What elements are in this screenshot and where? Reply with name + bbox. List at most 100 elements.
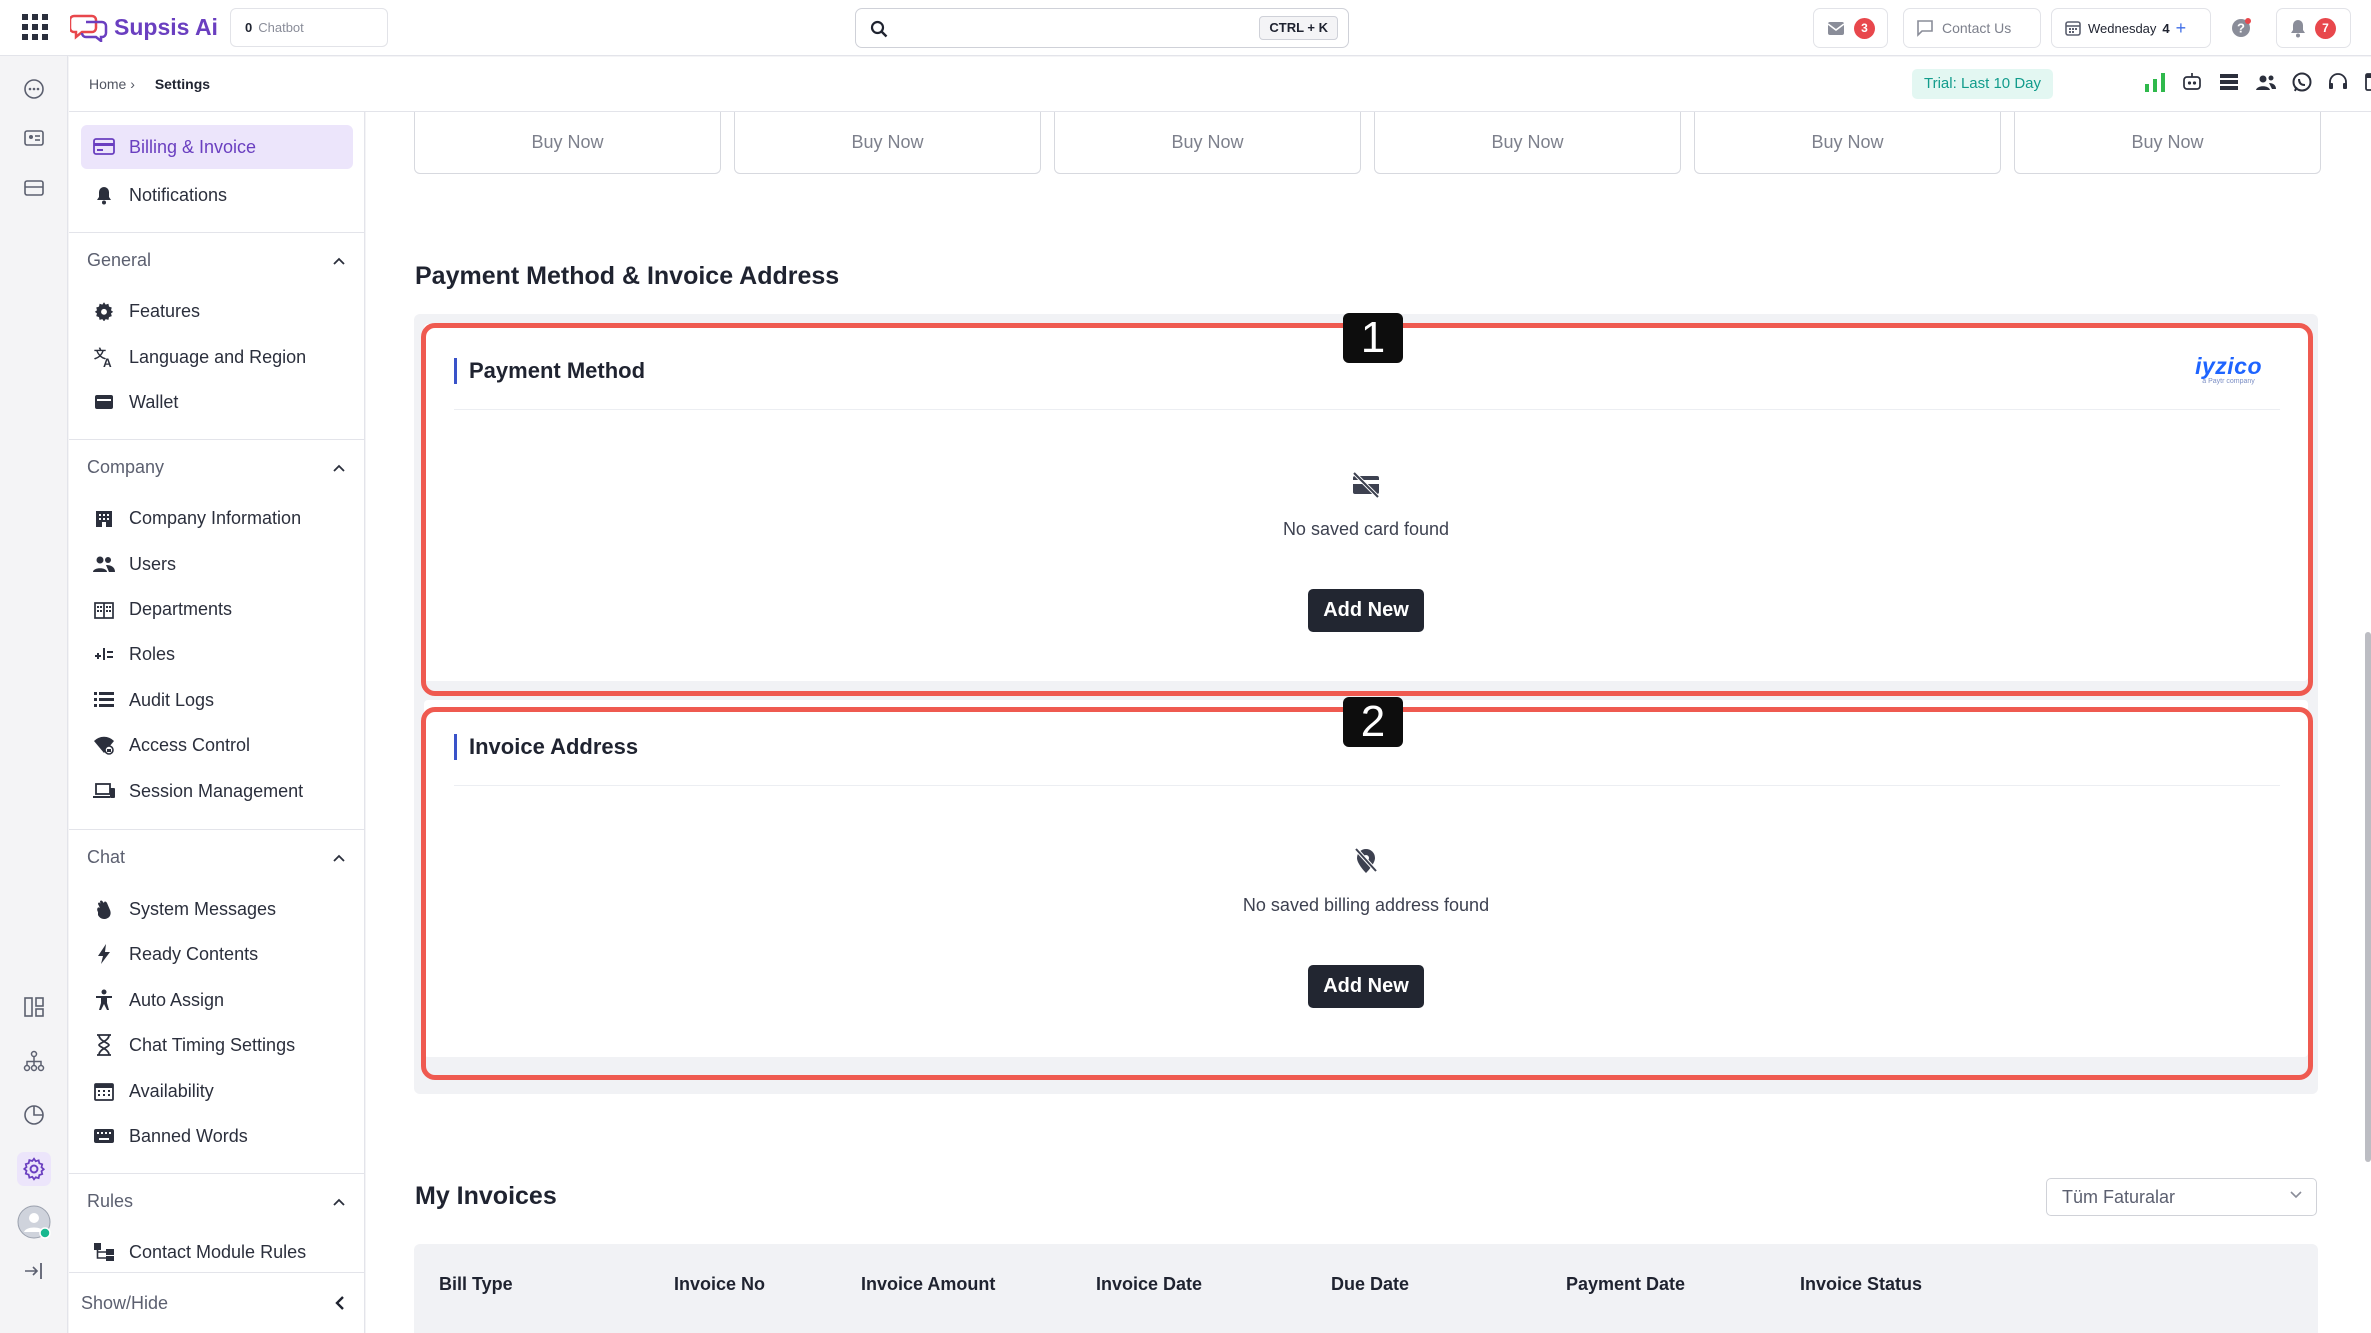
waving-hand-icon	[93, 898, 115, 920]
calendar-icon	[2065, 21, 2081, 36]
nav-section-title: Company	[87, 457, 165, 477]
nav-section-general[interactable]: General	[69, 232, 365, 288]
nav-item-availability[interactable]: Availability	[81, 1069, 353, 1113]
column-header-invoice-date[interactable]: Invoice Date	[1096, 1274, 1202, 1295]
add-event-icon[interactable]: +	[2176, 18, 2187, 39]
rail-logout-icon[interactable]	[19, 1256, 49, 1286]
app-logo[interactable]: Supsis Ai	[70, 12, 218, 42]
signal-bars-icon[interactable]	[2143, 71, 2167, 93]
nav-item-session-management[interactable]: Session Management	[81, 769, 353, 813]
column-header-invoice-amount[interactable]: Invoice Amount	[861, 1274, 995, 1295]
chatbot-label: Chatbot	[258, 20, 304, 35]
highlight-frame-invoice	[421, 707, 2313, 1080]
buy-now-button[interactable]: Buy Now	[734, 112, 1041, 174]
calendar-icon	[93, 1080, 115, 1102]
svg-text:?: ?	[2237, 21, 2245, 36]
user-avatar[interactable]	[16, 1204, 52, 1240]
nav-item-banned-words[interactable]: Banned Words	[81, 1114, 353, 1158]
window-icon[interactable]	[2363, 70, 2371, 94]
rail-hierarchy-icon[interactable]	[19, 1046, 49, 1076]
nav-section-title: Chat	[87, 847, 126, 867]
rail-layout-icon[interactable]	[19, 992, 49, 1022]
nav-item-label: Users	[129, 553, 177, 574]
show-hide-label: Show/Hide	[81, 1292, 169, 1313]
marker-2: 2	[1343, 697, 1403, 747]
whatsapp-icon[interactable]	[2291, 71, 2313, 93]
buy-now-button[interactable]: Buy Now	[2014, 112, 2321, 174]
nav-section-chat[interactable]: Chat	[69, 829, 365, 885]
contact-us-button[interactable]: Contact Us	[1903, 8, 2041, 48]
translate-icon: 文A	[93, 346, 115, 368]
column-header-invoice-no[interactable]: Invoice No	[674, 1274, 765, 1295]
nav-item-features[interactable]: Features	[81, 289, 353, 333]
rail-contacts-icon[interactable]	[19, 123, 49, 153]
departments-icon	[93, 598, 115, 620]
invoices-table-header: Bill Type Invoice No Invoice Amount Invo…	[414, 1244, 2318, 1333]
bot-icon[interactable]	[2180, 70, 2204, 94]
notifications-button[interactable]: 7	[2276, 8, 2351, 48]
buy-now-button[interactable]: Buy Now	[1054, 112, 1361, 174]
search-shortcut: CTRL + K	[1259, 16, 1338, 40]
nav-item-access-control[interactable]: Access Control	[81, 723, 353, 767]
breadcrumb-home[interactable]: Home	[89, 76, 126, 92]
invoice-filter-select[interactable]: Tüm Faturalar	[2046, 1178, 2317, 1216]
calendar-button[interactable]: Wednesday 4 +	[2051, 8, 2211, 48]
svg-text:A: A	[103, 356, 112, 368]
nav-item-notifications[interactable]: Notifications	[81, 173, 353, 217]
nav-item-wallet[interactable]: Wallet	[81, 380, 353, 424]
nav-item-users[interactable]: Users	[81, 542, 353, 586]
apps-grid-icon[interactable]	[22, 14, 48, 40]
nav-item-label: Wallet	[129, 391, 179, 412]
top-bar: Supsis Ai 0 Chatbot CTRL + K 3 Contact U…	[0, 0, 2371, 56]
nav-item-audit-logs[interactable]: Audit Logs	[81, 678, 353, 722]
contact-us-label: Contact Us	[1942, 20, 2012, 36]
nav-item-roles[interactable]: Roles	[81, 632, 353, 676]
rail-archive-icon[interactable]	[19, 173, 49, 203]
scrollbar[interactable]	[2365, 632, 2371, 1162]
buy-now-button[interactable]: Buy Now	[414, 112, 721, 174]
show-hide-toggle[interactable]: Show/Hide	[69, 1272, 365, 1333]
nav-section-rules[interactable]: Rules	[69, 1173, 365, 1229]
nav-item-departments[interactable]: Departments	[81, 587, 353, 631]
column-header-payment-date[interactable]: Payment Date	[1566, 1274, 1685, 1295]
nav-item-label: Session Management	[129, 780, 304, 801]
inbox-button[interactable]: 3	[1813, 8, 1888, 48]
bolt-icon	[93, 943, 115, 965]
hourglass-icon	[93, 1034, 115, 1056]
roles-icon	[93, 643, 115, 665]
settings-nav: Billing & Invoice Notifications General …	[69, 112, 365, 1333]
buy-now-button[interactable]: Buy Now	[1374, 112, 1681, 174]
nav-item-chat-timing[interactable]: Chat Timing Settings	[81, 1023, 353, 1067]
nav-item-system-messages[interactable]: System Messages	[81, 887, 353, 931]
nav-item-label: Billing & Invoice	[129, 136, 257, 157]
rail-chat-icon[interactable]	[19, 74, 49, 104]
nav-item-billing[interactable]: Billing & Invoice	[81, 125, 353, 169]
rail-reports-icon[interactable]	[19, 1100, 49, 1130]
nav-item-language[interactable]: 文A Language and Region	[81, 335, 353, 379]
payment-section-title: Payment Method & Invoice Address	[415, 262, 840, 290]
nav-section-company[interactable]: Company	[69, 439, 365, 495]
nav-item-auto-assign[interactable]: Auto Assign	[81, 978, 353, 1022]
chevron-up-icon	[333, 257, 345, 265]
help-button[interactable]: ?	[2220, 8, 2264, 48]
chevron-left-icon	[335, 1296, 344, 1310]
nav-item-ready-contents[interactable]: Ready Contents	[81, 932, 353, 976]
headset-icon[interactable]	[2326, 70, 2350, 94]
column-header-due-date[interactable]: Due Date	[1331, 1274, 1409, 1295]
chatbot-selector[interactable]: 0 Chatbot	[230, 8, 388, 47]
nav-item-contact-module-rules[interactable]: Contact Module Rules	[81, 1230, 353, 1274]
list-view-icon[interactable]	[2217, 70, 2241, 94]
nav-section-title: Rules	[87, 1191, 134, 1211]
buy-now-button[interactable]: Buy Now	[1694, 112, 2001, 174]
app-name: Supsis Ai	[114, 13, 218, 40]
column-header-invoice-status[interactable]: Invoice Status	[1800, 1274, 1922, 1295]
column-header-bill-type[interactable]: Bill Type	[439, 1274, 513, 1295]
nav-item-company-information[interactable]: Company Information	[81, 496, 353, 540]
keyboard-icon	[93, 1125, 115, 1147]
nav-item-label: Roles	[129, 643, 176, 664]
users-icon	[93, 553, 115, 575]
global-search[interactable]: CTRL + K	[855, 8, 1349, 48]
rail-settings-icon[interactable]	[17, 1152, 51, 1186]
agents-icon[interactable]	[2254, 70, 2278, 94]
bell-icon	[2291, 20, 2305, 38]
